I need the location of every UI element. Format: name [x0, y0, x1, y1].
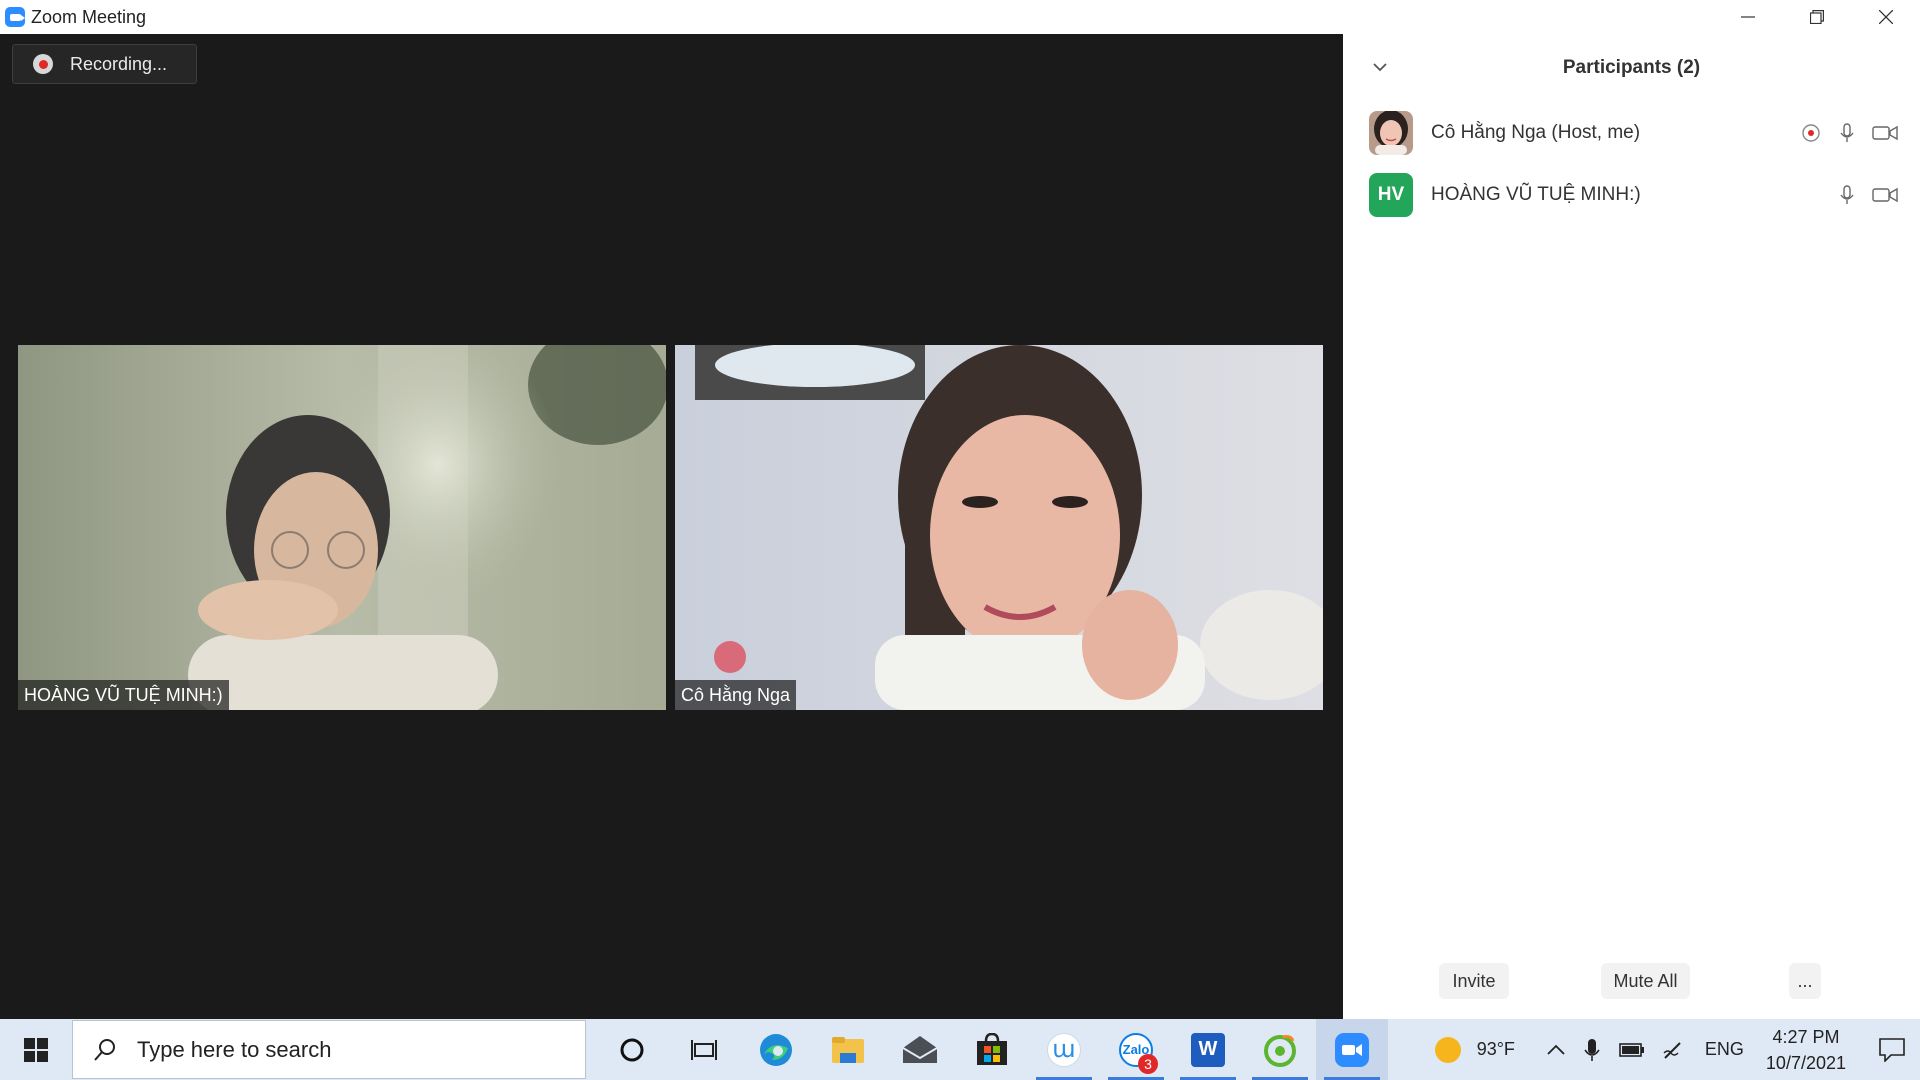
recording-label: Recording...	[70, 53, 168, 74]
participants-panel: Participants (2) Cô Hằng Nga (Host, me) …	[1343, 34, 1920, 1019]
video-tile-participant[interactable]: HOÀNG VŨ TUỆ MINH:)	[18, 345, 666, 710]
participant-status-icons	[1836, 164, 1898, 226]
notification-badge: 3	[1138, 1054, 1158, 1074]
word-icon: W	[1191, 1032, 1225, 1067]
participant-video-feed	[18, 345, 666, 710]
zoom-app-icon	[5, 7, 25, 27]
participant-name: Cô Hằng Nga (Host, me)	[1431, 122, 1641, 143]
windows-logo-icon	[24, 1037, 48, 1062]
taskbar-app-zalo[interactable]: Zalo 3	[1100, 1019, 1172, 1080]
green-app-icon	[1264, 1034, 1296, 1067]
panel-footer: Invite Mute All ...	[1343, 963, 1920, 999]
search-placeholder: Type here to search	[137, 1036, 332, 1062]
folder-icon	[832, 1036, 864, 1063]
restore-icon	[1809, 10, 1824, 24]
chevron-down-icon[interactable]	[1373, 62, 1387, 72]
taskbar-search-box[interactable]: Type here to search	[72, 1020, 586, 1079]
store-icon	[977, 1032, 1007, 1065]
recording-indicator[interactable]: Recording...	[12, 44, 197, 84]
taskbar-app-zoom[interactable]	[1316, 1019, 1388, 1080]
pen-icon	[1663, 1041, 1681, 1059]
title-bar: Zoom Meeting	[0, 0, 1920, 34]
battery-tray-icon[interactable]	[1611, 1019, 1653, 1080]
clock-time: 4:27 PM	[1772, 1026, 1840, 1047]
taskbar-app-cortana[interactable]	[596, 1019, 668, 1080]
weather-widget[interactable]: 93°F	[1433, 1019, 1515, 1080]
taskbar-app-word[interactable]: W	[1172, 1019, 1244, 1080]
minimize-icon	[1740, 16, 1755, 18]
participant-row[interactable]: HV HOÀNG VŨ TUỆ MINH:)	[1343, 164, 1920, 226]
taskbar-app-store[interactable]	[956, 1019, 1028, 1080]
avatar	[1369, 111, 1413, 155]
avatar: HV	[1369, 173, 1413, 217]
language-indicator[interactable]: ENG	[1705, 1019, 1744, 1080]
taskbar-app-file-explorer[interactable]	[812, 1019, 884, 1080]
mic-icon[interactable]	[1836, 184, 1858, 206]
temperature: 93°F	[1476, 1039, 1515, 1059]
panel-header: Participants (2)	[1343, 34, 1920, 102]
video-icon[interactable]	[1872, 184, 1898, 206]
panel-title: Participants (2)	[1562, 57, 1701, 78]
microphone-tray-icon[interactable]	[1573, 1019, 1611, 1080]
sun-icon	[1434, 1036, 1461, 1063]
circle-icon	[620, 1038, 644, 1061]
meeting-video-area: Recording... HOÀNG VŨ TUỆ MINH:) Cô Hằng…	[0, 34, 1343, 1019]
taskbar-app-edge[interactable]	[740, 1019, 812, 1080]
notification-icon	[1879, 1037, 1905, 1062]
recording-icon	[1802, 124, 1820, 142]
windows-taskbar: Type here to search ա Zalo 3 W 93°F ENG …	[0, 1019, 1920, 1080]
participant-name: HOÀNG VŨ TUỆ MINH:)	[1431, 184, 1641, 205]
mic-icon	[1584, 1038, 1600, 1061]
taskbar-app-w[interactable]: ա	[1028, 1019, 1100, 1080]
language-label: ENG	[1704, 1039, 1744, 1059]
window-title: Zoom Meeting	[31, 6, 147, 27]
battery-icon	[1619, 1042, 1644, 1057]
more-options-button[interactable]: ...	[1789, 963, 1821, 999]
close-icon	[1878, 10, 1893, 24]
video-tile-name: HOÀNG VŨ TUỆ MINH:)	[18, 680, 229, 710]
host-video-feed	[675, 345, 1323, 710]
mute-all-button[interactable]: Mute All	[1601, 963, 1690, 999]
invite-button[interactable]: Invite	[1439, 963, 1509, 999]
close-button[interactable]	[1851, 0, 1920, 34]
taskbar-app-green[interactable]	[1244, 1019, 1316, 1080]
video-tile-host[interactable]: Cô Hằng Nga	[675, 345, 1323, 710]
restore-button[interactable]	[1782, 0, 1851, 34]
zoom-icon	[1335, 1032, 1369, 1067]
w-app-icon: ա	[1047, 1032, 1081, 1067]
video-icon[interactable]	[1872, 122, 1898, 144]
taskbar-app-task-view[interactable]	[668, 1019, 740, 1080]
search-icon	[94, 1038, 115, 1061]
participant-row[interactable]: Cô Hằng Nga (Host, me)	[1343, 102, 1920, 164]
video-tile-name: Cô Hằng Nga	[675, 680, 797, 710]
window-controls	[1713, 0, 1920, 34]
mic-icon[interactable]	[1836, 122, 1858, 144]
participant-status-icons	[1800, 102, 1898, 164]
clock[interactable]: 4:27 PM 10/7/2021	[1766, 1024, 1846, 1076]
edge-icon	[760, 1033, 792, 1066]
mail-icon	[902, 1035, 938, 1063]
start-button[interactable]	[0, 1019, 72, 1080]
record-icon	[33, 54, 53, 74]
minimize-button[interactable]	[1713, 0, 1782, 34]
show-hidden-icons-button[interactable]	[1539, 1019, 1573, 1080]
clock-date: 10/7/2021	[1765, 1052, 1846, 1073]
system-tray: 93°F ENG 4:27 PM 10/7/2021	[1433, 1019, 1920, 1080]
pen-tray-icon[interactable]	[1653, 1019, 1693, 1080]
taskbar-app-mail[interactable]	[884, 1019, 956, 1080]
chevron-up-icon	[1547, 1044, 1565, 1055]
task-view-icon	[691, 1039, 717, 1060]
action-center-button[interactable]	[1864, 1019, 1920, 1080]
